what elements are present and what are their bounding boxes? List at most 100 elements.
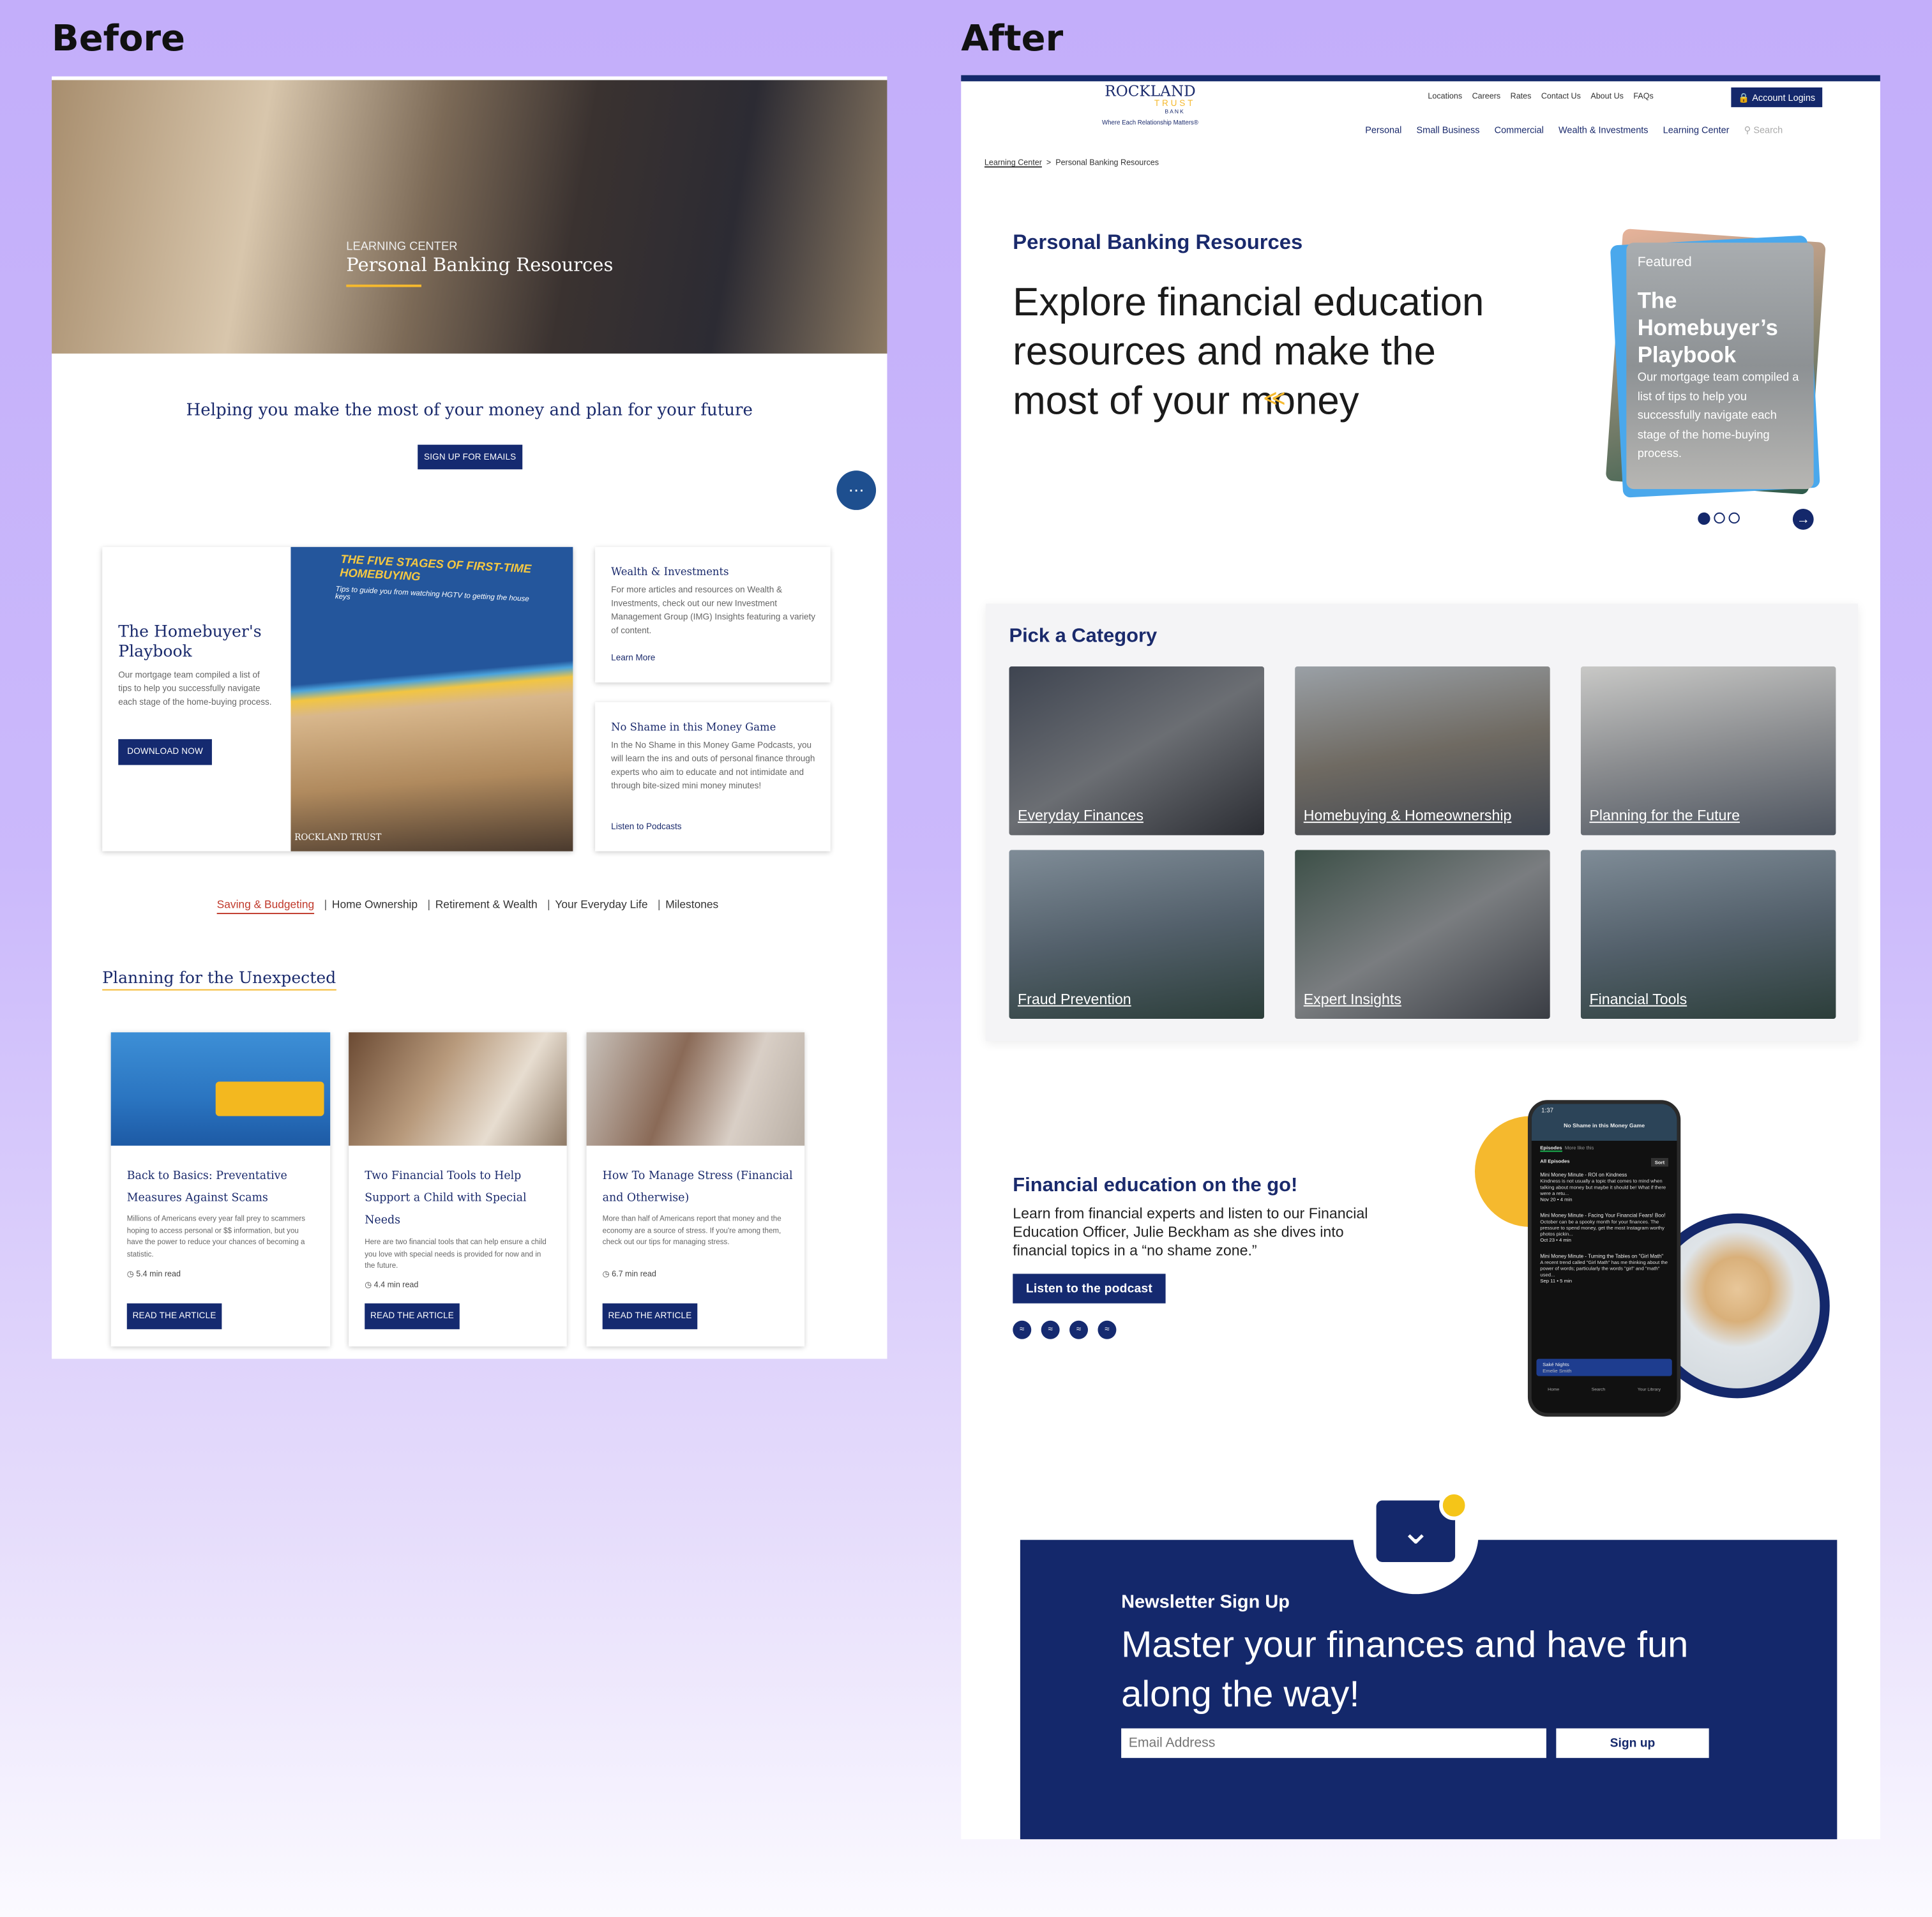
nav-learning-center[interactable]: Learning Center bbox=[1663, 124, 1730, 135]
category-label: Planning for the Future bbox=[1589, 807, 1740, 825]
cover-title: THE FIVE STAGES OF FIRST-TIME HOMEBUYING bbox=[339, 553, 532, 585]
wealth-card: Wealth & Investments For more articles a… bbox=[595, 546, 831, 683]
article-title: Back to Basics: Preventative Measures Ag… bbox=[126, 1170, 287, 1205]
carousel-dots bbox=[1698, 512, 1740, 525]
link-locations[interactable]: Locations bbox=[1428, 93, 1462, 101]
newsletter-eyebrow: Newsletter Sign Up bbox=[1121, 1591, 1290, 1613]
featured-card[interactable]: Featured The Homebuyer’s Playbook Our mo… bbox=[1626, 243, 1814, 490]
nav-personal[interactable]: Personal bbox=[1365, 124, 1401, 135]
category-planning-future[interactable]: Planning for the Future bbox=[1580, 666, 1836, 836]
hero-banner: LEARNING CENTER Personal Banking Resourc… bbox=[52, 80, 887, 354]
read-article-button[interactable]: READ THE ARTICLE bbox=[126, 1303, 222, 1330]
playbook-title: The Homebuyer's Playbook bbox=[118, 623, 262, 662]
category-homebuying[interactable]: Homebuying & Homeownership bbox=[1295, 666, 1550, 836]
episode-meta: Oct 23 • 4 min bbox=[1540, 1237, 1571, 1244]
link-about-us[interactable]: About Us bbox=[1590, 93, 1624, 101]
download-now-button[interactable]: DOWNLOAD NOW bbox=[118, 739, 212, 765]
read-article-button[interactable]: READ THE ARTICLE bbox=[602, 1303, 698, 1330]
nav-small-business[interactable]: Small Business bbox=[1417, 124, 1480, 135]
clock-icon: ◷ bbox=[602, 1270, 610, 1279]
learn-more-link[interactable]: Learn More bbox=[611, 654, 655, 663]
utility-nav: Locations Careers Rates Contact Us About… bbox=[1418, 93, 1653, 101]
article-text: Here are two financial tools that can he… bbox=[365, 1239, 547, 1270]
main-nav: Personal Small Business Commercial Wealt… bbox=[1350, 124, 1783, 135]
tab-everyday-life[interactable]: Your Everyday Life bbox=[555, 898, 647, 914]
listen-podcasts-link[interactable]: Listen to Podcasts bbox=[611, 823, 681, 832]
phone-episode: Mini Money Minute - Facing Your Financia… bbox=[1540, 1212, 1668, 1243]
rockland-logo[interactable]: ROCKLAND TRUST BANK Where Each Relations… bbox=[1092, 82, 1209, 126]
carousel-dot-active[interactable] bbox=[1698, 512, 1710, 525]
logo-bank: BANK bbox=[1165, 108, 1185, 115]
newsletter-headline: Master your finances and have fun along … bbox=[1121, 1625, 1689, 1715]
category-label: Fraud Prevention bbox=[1018, 990, 1131, 1008]
intro-eyebrow: Personal Banking Resources bbox=[1013, 230, 1303, 254]
after-page: ROCKLAND TRUST BANK Where Each Relations… bbox=[961, 75, 1880, 1840]
link-careers[interactable]: Careers bbox=[1472, 93, 1501, 101]
section-title: Planning for the Unexpected bbox=[102, 970, 336, 991]
hero-underline bbox=[346, 284, 421, 287]
phone-tab-episodes: Episodes bbox=[1540, 1144, 1562, 1152]
category-label: Financial Tools bbox=[1589, 990, 1687, 1008]
now-playing-track: Saké Nights bbox=[1543, 1361, 1569, 1368]
sign-up-button[interactable]: Sign up bbox=[1556, 1728, 1709, 1758]
account-logins-label: Account Logins bbox=[1752, 91, 1816, 103]
phone-tab-more: More like this bbox=[1564, 1144, 1594, 1151]
chat-icon[interactable]: ⋯ bbox=[836, 470, 877, 510]
read-time-text: 4.4 min read bbox=[374, 1281, 419, 1290]
category-fraud-prevention[interactable]: Fraud Prevention bbox=[1009, 850, 1264, 1019]
tab-milestones[interactable]: Milestones bbox=[665, 898, 718, 914]
carousel-dot[interactable] bbox=[1728, 512, 1740, 524]
before-page: LEARNING CENTER Personal Banking Resourc… bbox=[52, 76, 887, 1359]
phone-episode: Mini Money Minute - ROI on Kindness Kindn… bbox=[1540, 1171, 1668, 1202]
nav-commercial[interactable]: Commercial bbox=[1495, 124, 1544, 135]
phone-nav-library: Your Library bbox=[1637, 1387, 1661, 1392]
article-title: Two Financial Tools to Help Support a Ch… bbox=[365, 1170, 527, 1228]
category-financial-tools[interactable]: Financial Tools bbox=[1580, 850, 1836, 1019]
episode-title: Mini Money Minute - Turning the Tables o… bbox=[1540, 1252, 1664, 1259]
phone-mockup: 1:37 No Shame in this Money Game Episode… bbox=[1527, 1100, 1681, 1417]
featured-tag: Featured bbox=[1637, 255, 1692, 270]
arrow-right-icon[interactable]: → bbox=[1792, 509, 1814, 530]
breadcrumb-learning-center[interactable]: Learning Center bbox=[985, 159, 1042, 168]
category-label: Everyday Finances bbox=[1018, 807, 1143, 825]
tagline: Helping you make the most of your money … bbox=[186, 400, 753, 421]
search-input[interactable]: ⚲ Search bbox=[1744, 124, 1783, 135]
category-expert-insights[interactable]: Expert Insights bbox=[1295, 850, 1550, 1019]
nav-wealth-investments[interactable]: Wealth & Investments bbox=[1558, 124, 1649, 135]
spotify-icon[interactable]: ≈ bbox=[1041, 1320, 1060, 1339]
read-time: ◷ 6.7 min read bbox=[603, 1269, 656, 1279]
link-faqs[interactable]: FAQs bbox=[1633, 93, 1653, 101]
read-article-button[interactable]: READ THE ARTICLE bbox=[365, 1303, 460, 1330]
article-text: More than half of Americans report that … bbox=[602, 1215, 781, 1247]
category-everyday-finances[interactable]: Everyday Finances bbox=[1009, 666, 1264, 836]
episode-desc: A recent trend called "Girl Math" has me… bbox=[1540, 1259, 1668, 1278]
listen-podcast-button[interactable]: Listen to the podcast bbox=[1013, 1274, 1166, 1304]
episode-desc: Kindness is not usually a topic that com… bbox=[1540, 1177, 1666, 1196]
spotify-icon[interactable]: ≈ bbox=[1013, 1320, 1032, 1339]
podcast-title: No Shame in this Money Game bbox=[611, 721, 776, 735]
search-placeholder: Search bbox=[1753, 124, 1783, 136]
hero-eyebrow: LEARNING CENTER bbox=[346, 240, 458, 254]
read-time-text: 6.7 min read bbox=[612, 1270, 656, 1279]
spotify-icon[interactable]: ≈ bbox=[1098, 1320, 1117, 1339]
tab-retirement-wealth[interactable]: Retirement & Wealth bbox=[435, 898, 538, 914]
article-title: How To Manage Stress (Financial and Othe… bbox=[602, 1170, 793, 1205]
playbook-card: The Homebuyer's Playbook Our mortgage te… bbox=[102, 546, 573, 852]
notification-dot bbox=[1439, 1491, 1469, 1521]
top-bar bbox=[961, 75, 1880, 82]
link-rates[interactable]: Rates bbox=[1511, 93, 1532, 101]
article-image bbox=[349, 1032, 567, 1146]
tab-home-ownership[interactable]: Home Ownership bbox=[332, 898, 418, 914]
tab-saving-budgeting[interactable]: Saving & Budgeting bbox=[216, 898, 315, 914]
chevron-right-icon: > bbox=[1044, 158, 1053, 168]
email-address-input[interactable] bbox=[1121, 1728, 1546, 1758]
spotify-icon[interactable]: ≈ bbox=[1069, 1320, 1089, 1339]
carousel-dot[interactable] bbox=[1714, 512, 1725, 524]
podcast-section-text: Learn from financial experts and listen … bbox=[1013, 1205, 1368, 1259]
article-image bbox=[586, 1032, 805, 1146]
sign-up-emails-button[interactable]: SIGN UP FOR EMAILS bbox=[418, 444, 523, 470]
account-logins-button[interactable]: 🔒 Account Logins bbox=[1731, 87, 1823, 107]
link-contact-us[interactable]: Contact Us bbox=[1541, 93, 1581, 101]
playbook-text: Our mortgage team compiled a list of tip… bbox=[118, 671, 272, 707]
breadcrumb-current: Personal Banking Resources bbox=[1055, 158, 1159, 168]
